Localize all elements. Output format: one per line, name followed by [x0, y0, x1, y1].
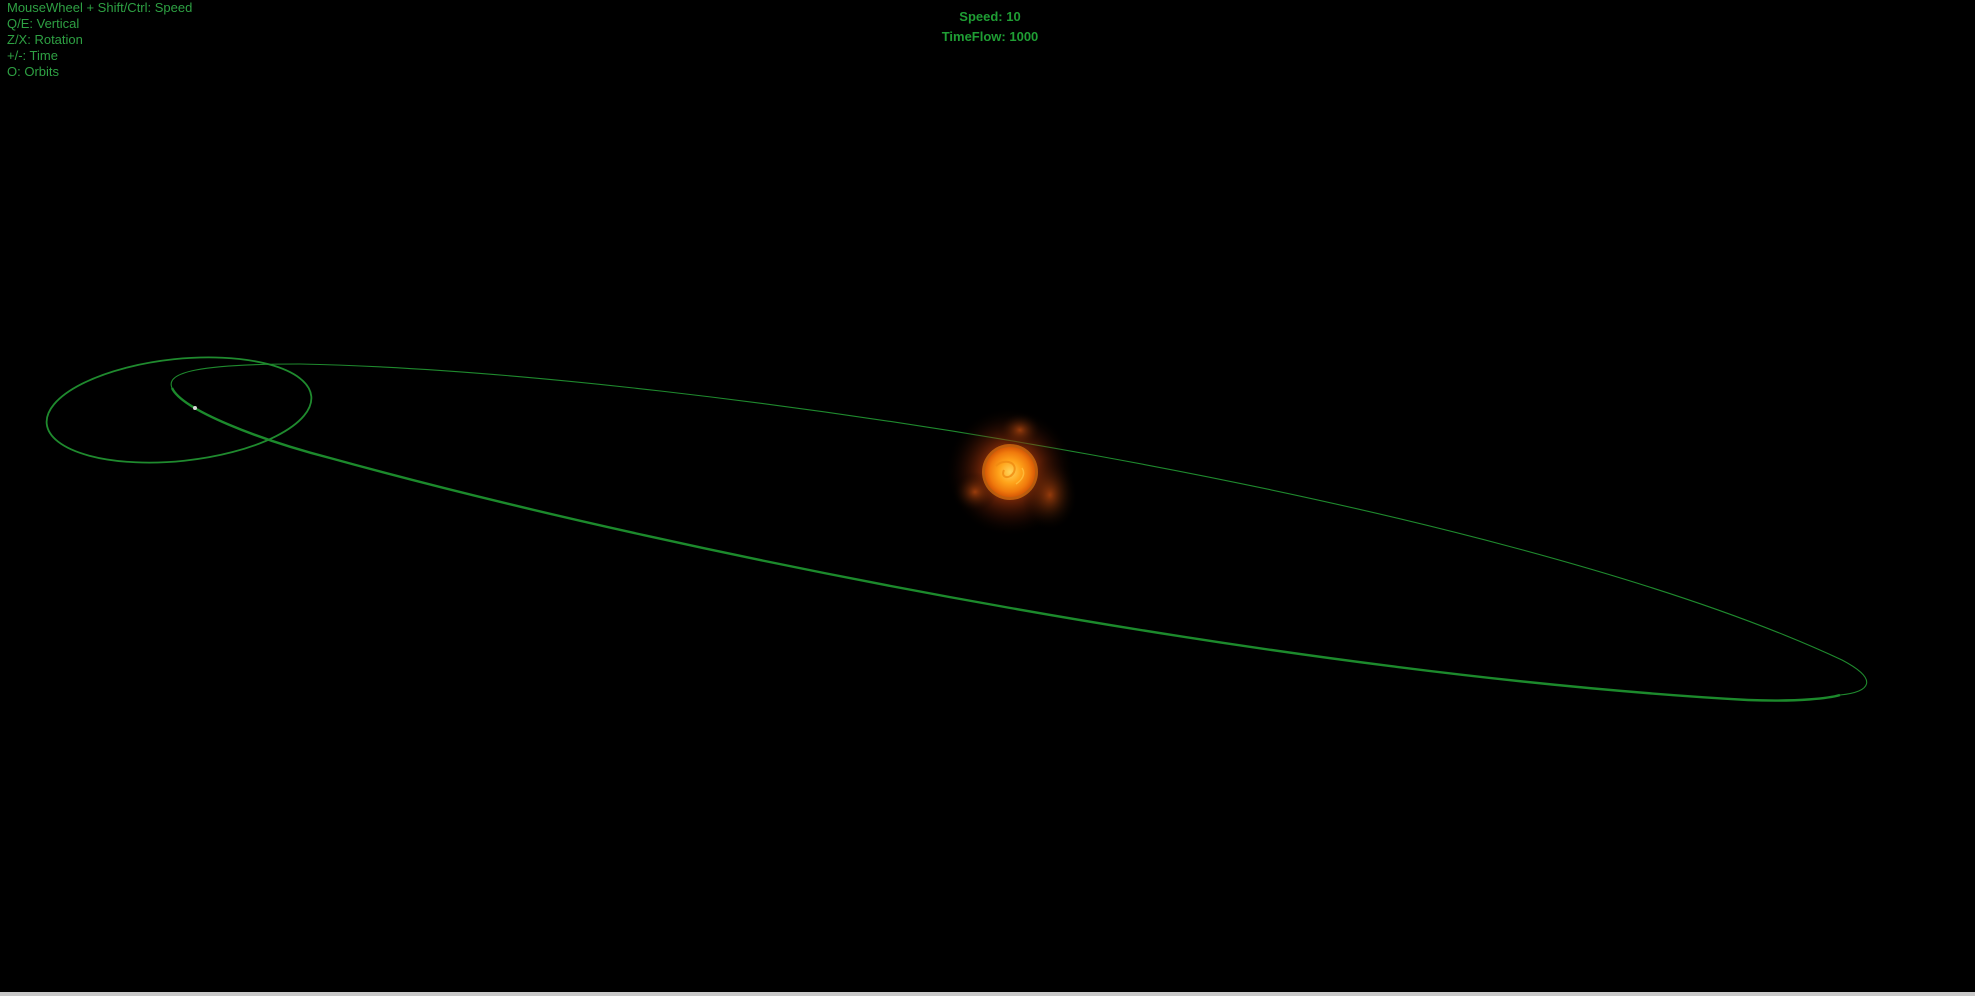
control-hint-time: +/-: Time — [7, 48, 58, 63]
speed-readout: Speed: 10 — [959, 9, 1021, 24]
timeflow-readout: TimeFlow: 1000 — [941, 29, 1039, 44]
status-readout: Speed: 10 TimeFlow: 1000 — [0, 7, 1975, 47]
control-hint-orbits: O: Orbits — [7, 64, 60, 79]
space-scene[interactable] — [0, 0, 1975, 992]
sun[interactable] — [945, 407, 1078, 537]
planet[interactable] — [193, 406, 197, 410]
simulation-viewport[interactable]: MouseWheel + Shift/Ctrl: Speed Q/E: Vert… — [0, 0, 1975, 992]
small-orbit — [45, 356, 313, 464]
window-bottom-edge — [0, 992, 1975, 996]
